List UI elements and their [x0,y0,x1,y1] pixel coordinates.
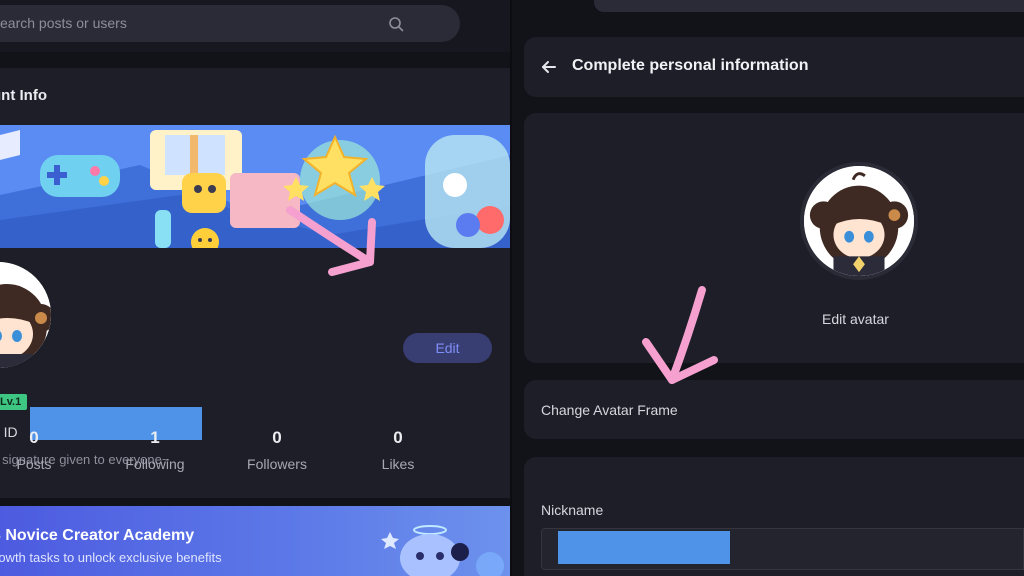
nickname-label: Nickname [541,502,604,518]
edit-profile-button[interactable]: Edit [403,333,492,363]
stat-likes[interactable]: 0 Likes [353,428,443,472]
personal-info-panel: Complete personal information Edit avata… [512,0,1024,576]
search-bar[interactable]: earch posts or users [0,5,460,42]
banner-illustration [0,125,510,248]
top-bar: earch posts or users [0,0,510,52]
nickname-redaction [558,531,730,564]
nickname-card: Nickname [524,457,1024,576]
change-avatar-frame-label: Change Avatar Frame [541,402,678,418]
profile-panel: earch posts or users unt Info [0,0,510,576]
back-arrow-icon[interactable] [540,58,558,76]
edit-avatar-link[interactable]: Edit avatar [822,311,889,327]
personal-info-header: Complete personal information [524,37,1024,97]
search-icon[interactable] [388,16,404,32]
academy-title: 3 Novice Creator Academy [0,527,195,544]
profile-banner [0,125,510,248]
profile-stats: 0 Posts 1 Following 0 Followers 0 Likes [0,428,510,478]
stat-label: Following [125,456,185,472]
top-strip [594,0,1024,12]
stat-value: 0 [393,428,403,447]
academy-subtitle: rowth tasks to unlock exclusive benefits [0,550,222,565]
change-avatar-frame-row[interactable]: Change Avatar Frame [524,380,1024,439]
stat-label: Followers [247,456,307,472]
stat-value: 0 [272,428,282,447]
stat-value: 0 [29,428,39,447]
avatar-image [0,262,51,368]
stat-followers[interactable]: 0 Followers [232,428,322,472]
profile-avatar[interactable] [0,259,54,371]
stat-value: 1 [150,428,160,447]
avatar-card: Edit avatar [524,113,1024,363]
mascot-illustration [381,525,504,576]
level-badge: Lv.1 [0,394,28,410]
search-placeholder: earch posts or users [0,15,127,31]
stat-label: Posts [16,456,52,472]
creator-academy-banner[interactable]: 3 Novice Creator Academy rowth tasks to … [0,506,510,576]
screen: earch posts or users unt Info [0,0,1024,576]
page-title: Complete personal information [572,57,809,74]
account-info-title: unt Info [0,87,47,104]
stat-posts[interactable]: 0 Posts [0,428,79,472]
avatar-preview[interactable] [800,162,918,280]
stat-following[interactable]: 1 Following [110,428,200,472]
avatar-image [804,166,914,276]
stat-label: Likes [381,456,415,472]
